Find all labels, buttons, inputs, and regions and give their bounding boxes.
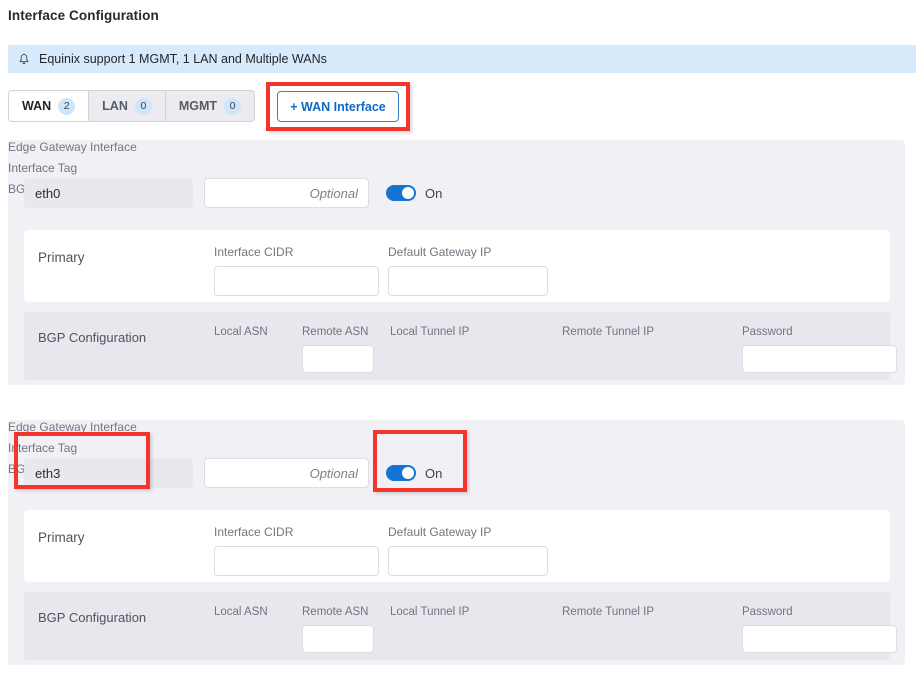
- tab-mgmt-label: MGMT: [179, 99, 217, 113]
- remote-tunnel-ip-label: Remote Tunnel IP: [562, 326, 654, 338]
- password-input[interactable]: [742, 625, 897, 653]
- tab-wan-label: WAN: [22, 99, 51, 113]
- password-input[interactable]: [742, 345, 897, 373]
- interface-card: Edge Gateway Interface Interface Tag BGP…: [8, 420, 905, 665]
- interface-type-tabs: WAN 2 LAN 0 MGMT 0: [8, 90, 255, 124]
- tab-group: WAN 2 LAN 0 MGMT 0: [8, 90, 255, 122]
- local-asn-label: Local ASN: [214, 606, 268, 618]
- remote-asn-label: Remote ASN: [302, 326, 368, 338]
- interface-card-header: Edge Gateway Interface Interface Tag BGP…: [8, 140, 905, 208]
- remote-tunnel-ip-label: Remote Tunnel IP: [562, 606, 654, 618]
- edge-gateway-interface-label: Edge Gateway Interface: [8, 420, 905, 434]
- default-gateway-ip-input[interactable]: [388, 266, 548, 296]
- interface-cidr-label: Interface CIDR: [214, 245, 293, 259]
- bgp-toggle[interactable]: [386, 185, 416, 201]
- tab-wan[interactable]: WAN 2: [9, 91, 89, 121]
- interface-cidr-label: Interface CIDR: [214, 525, 293, 539]
- bgp-configuration-section: BGP Configuration Local ASN Remote ASN L…: [24, 312, 890, 380]
- tab-wan-badge: 2: [58, 98, 75, 115]
- local-tunnel-ip-label: Local Tunnel IP: [390, 606, 469, 618]
- bgp-toggle-state: On: [425, 186, 442, 201]
- password-label: Password: [742, 606, 793, 618]
- local-tunnel-ip-input[interactable]: [390, 345, 548, 373]
- interface-tag-input[interactable]: [204, 458, 369, 488]
- edge-gateway-interface-input[interactable]: [24, 178, 193, 208]
- bgp-toggle-wrap: On: [386, 178, 442, 208]
- edge-gateway-interface-label: Edge Gateway Interface: [8, 140, 905, 154]
- local-asn-input[interactable]: [214, 345, 286, 373]
- bell-icon: [18, 53, 30, 66]
- edge-gateway-interface-input[interactable]: [24, 458, 193, 488]
- local-tunnel-ip-label: Local Tunnel IP: [390, 326, 469, 338]
- interface-tag-label: Interface Tag: [8, 441, 905, 455]
- interface-tag-label: Interface Tag: [8, 161, 905, 175]
- add-wan-interface-button[interactable]: + WAN Interface: [277, 91, 399, 122]
- local-asn-label: Local ASN: [214, 326, 268, 338]
- interface-tag-input[interactable]: [204, 178, 369, 208]
- interface-cidr-input[interactable]: [214, 546, 379, 576]
- tab-mgmt-badge: 0: [224, 98, 241, 115]
- local-tunnel-ip-input[interactable]: [390, 625, 548, 653]
- bgp-toggle[interactable]: [386, 465, 416, 481]
- interface-cidr-input[interactable]: [214, 266, 379, 296]
- bgp-toggle-state: On: [425, 466, 442, 481]
- remote-tunnel-ip-input[interactable]: [562, 625, 724, 653]
- tab-lan-label: LAN: [102, 99, 128, 113]
- tab-mgmt[interactable]: MGMT 0: [166, 91, 254, 121]
- tab-lan-badge: 0: [135, 98, 152, 115]
- bgp-toggle-knob: [402, 187, 414, 199]
- primary-title: Primary: [38, 250, 85, 265]
- tab-lan[interactable]: LAN 0: [89, 91, 166, 121]
- page-title: Interface Configuration: [8, 8, 159, 23]
- default-gateway-ip-label: Default Gateway IP: [388, 245, 491, 259]
- info-banner-text: Equinix support 1 MGMT, 1 LAN and Multip…: [39, 52, 327, 66]
- primary-section: Primary Interface CIDR Default Gateway I…: [24, 230, 890, 302]
- primary-title: Primary: [38, 530, 85, 545]
- bgp-toggle-wrap: On: [386, 458, 442, 488]
- remote-asn-label: Remote ASN: [302, 606, 368, 618]
- bgp-configuration-title: BGP Configuration: [38, 330, 146, 345]
- bgp-configuration-section: BGP Configuration Local ASN Remote ASN L…: [24, 592, 890, 660]
- interface-card: Edge Gateway Interface Interface Tag BGP…: [8, 140, 905, 385]
- remote-asn-input[interactable]: [302, 345, 374, 373]
- remote-tunnel-ip-input[interactable]: [562, 345, 724, 373]
- default-gateway-ip-input[interactable]: [388, 546, 548, 576]
- default-gateway-ip-label: Default Gateway IP: [388, 525, 491, 539]
- local-asn-input[interactable]: [214, 625, 286, 653]
- bgp-configuration-title: BGP Configuration: [38, 610, 146, 625]
- bgp-toggle-knob: [402, 467, 414, 479]
- remote-asn-input[interactable]: [302, 625, 374, 653]
- interface-card-header: Edge Gateway Interface Interface Tag BGP…: [8, 420, 905, 488]
- password-label: Password: [742, 326, 793, 338]
- info-banner: Equinix support 1 MGMT, 1 LAN and Multip…: [8, 45, 916, 73]
- primary-section: Primary Interface CIDR Default Gateway I…: [24, 510, 890, 582]
